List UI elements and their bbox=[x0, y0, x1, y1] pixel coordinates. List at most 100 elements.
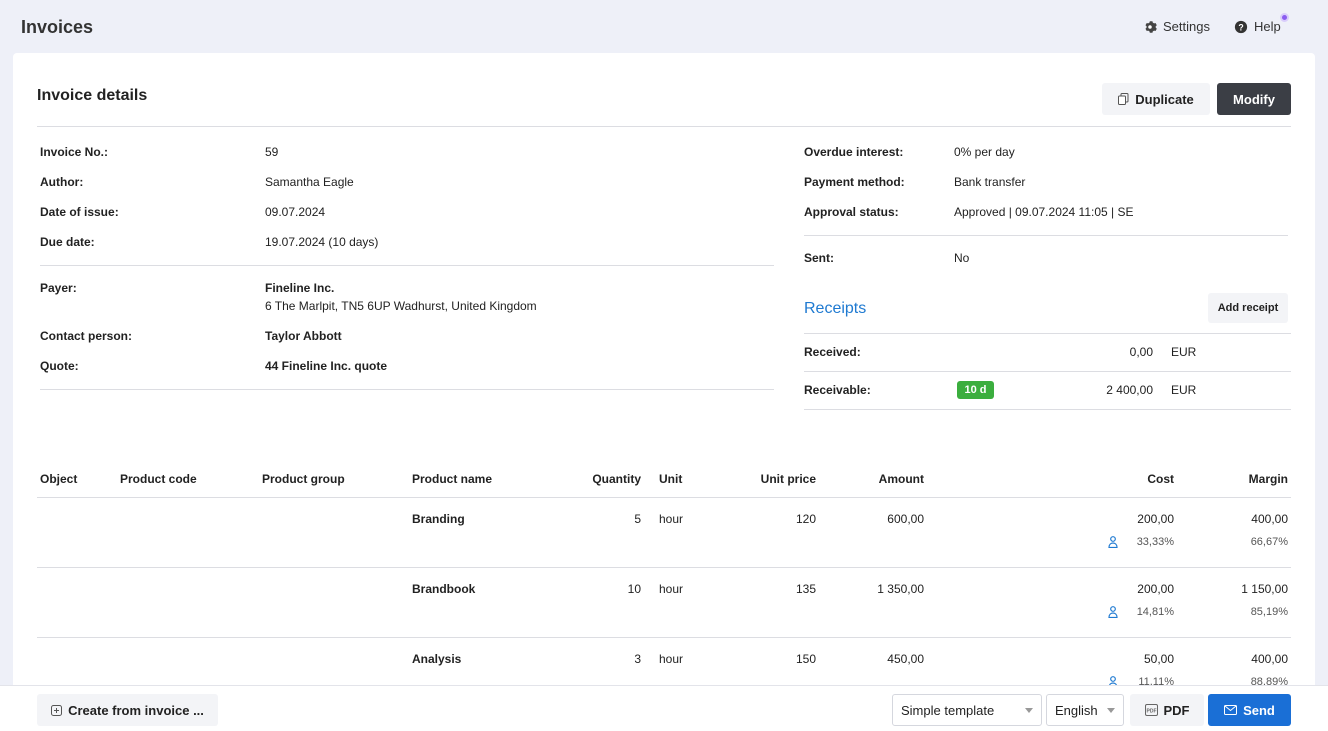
duplicate-label: Duplicate bbox=[1135, 91, 1194, 107]
divider bbox=[804, 235, 1288, 236]
contact-label: Contact person: bbox=[40, 329, 133, 343]
quantity: 5 bbox=[634, 512, 641, 526]
sent-value: No bbox=[954, 251, 970, 265]
invoice-no-value: 59 bbox=[265, 145, 279, 159]
modify-label: Modify bbox=[1233, 91, 1275, 107]
days-badge: 10 d bbox=[957, 381, 994, 399]
divider bbox=[37, 126, 1291, 127]
col-product-group[interactable]: Product group bbox=[262, 472, 345, 486]
receivable-amount: 2 400,00 bbox=[1106, 383, 1153, 397]
bottom-action-bar: Create from invoice ... Simple template … bbox=[0, 685, 1328, 731]
payment-label: Payment method: bbox=[804, 175, 905, 189]
settings-link[interactable]: Settings bbox=[1143, 19, 1210, 34]
approval-label: Approval status: bbox=[804, 205, 899, 219]
create-from-invoice-button[interactable]: Create from invoice ... bbox=[37, 694, 218, 726]
invoice-details-card: Invoice details Duplicate Modify Invoice… bbox=[13, 53, 1315, 693]
margin: 400,00 bbox=[1251, 652, 1288, 666]
quantity: 10 bbox=[627, 582, 641, 596]
add-receipt-button[interactable]: Add receipt bbox=[1208, 293, 1288, 323]
invoice-no-label: Invoice No.: bbox=[40, 145, 109, 159]
amount: 1 350,00 bbox=[877, 582, 924, 596]
template-select[interactable]: Simple template bbox=[892, 694, 1042, 726]
col-unit[interactable]: Unit bbox=[659, 472, 682, 486]
overdue-value: 0% per day bbox=[954, 145, 1015, 159]
payer-label: Payer: bbox=[40, 281, 77, 295]
gear-icon bbox=[1145, 20, 1157, 33]
copy-icon bbox=[1118, 93, 1129, 105]
quantity: 3 bbox=[634, 652, 641, 666]
divider bbox=[37, 567, 1291, 568]
received-currency: EUR bbox=[1171, 345, 1197, 359]
date-issue-value: 09.07.2024 bbox=[265, 205, 326, 219]
top-bar: Invoices Settings ? Help bbox=[0, 0, 1328, 53]
payer-address: 6 The Marlpit, TN5 6UP Wadhurst, United … bbox=[265, 299, 537, 313]
received-amount: 0,00 bbox=[1129, 345, 1153, 359]
approval-value: Approved | 09.07.2024 11:05 | SE bbox=[954, 205, 1134, 219]
page-title: Invoices bbox=[21, 17, 94, 37]
divider bbox=[804, 409, 1291, 410]
unit-price: 120 bbox=[795, 512, 816, 526]
svg-text:?: ? bbox=[1238, 22, 1243, 32]
author-value: Samantha Eagle bbox=[265, 175, 354, 189]
col-amount[interactable]: Amount bbox=[824, 472, 924, 486]
send-button[interactable]: Send bbox=[1208, 694, 1291, 726]
pdf-label: PDF bbox=[1163, 702, 1190, 718]
send-label: Send bbox=[1243, 702, 1275, 718]
svg-text:PDF: PDF bbox=[1146, 709, 1156, 715]
settings-label: Settings bbox=[1163, 19, 1210, 34]
card-title: Invoice details bbox=[37, 87, 148, 104]
product-name: Brandbook bbox=[412, 582, 476, 596]
date-issue-label: Date of issue: bbox=[40, 205, 119, 219]
amount: 600,00 bbox=[887, 512, 924, 526]
pdf-file-icon: PDF bbox=[1144, 704, 1158, 716]
receipts-title: Receipts bbox=[804, 300, 867, 317]
author-label: Author: bbox=[40, 175, 84, 189]
sent-label: Sent: bbox=[804, 251, 834, 265]
divider bbox=[37, 497, 1291, 498]
col-product-name[interactable]: Product name bbox=[412, 472, 492, 486]
margin: 400,00 bbox=[1251, 512, 1288, 526]
col-product-code[interactable]: Product code bbox=[120, 472, 197, 486]
payer-name: Fineline Inc. bbox=[265, 281, 335, 295]
language-select[interactable]: English bbox=[1046, 694, 1124, 726]
help-label: Help bbox=[1254, 19, 1281, 34]
quote-value[interactable]: 44 Fineline Inc. quote bbox=[265, 359, 387, 373]
mail-icon bbox=[1224, 705, 1238, 715]
due-date-label: Due date: bbox=[40, 235, 95, 249]
received-label: Received: bbox=[804, 345, 861, 359]
chevron-down-icon bbox=[1107, 708, 1115, 713]
receivable-currency: EUR bbox=[1171, 383, 1197, 397]
due-date-value: 19.07.2024 (10 days) bbox=[265, 235, 379, 249]
unit-price: 150 bbox=[795, 652, 816, 666]
pdf-button[interactable]: PDF PDF bbox=[1130, 694, 1204, 726]
col-object[interactable]: Object bbox=[40, 472, 77, 486]
unit-price: 135 bbox=[795, 582, 816, 596]
unit: hour bbox=[659, 582, 684, 596]
help-link[interactable]: ? Help bbox=[1234, 19, 1281, 34]
create-from-invoice-label: Create from invoice ... bbox=[68, 702, 204, 718]
divider bbox=[804, 371, 1291, 372]
payment-value: Bank transfer bbox=[954, 175, 1026, 189]
product-name: Analysis bbox=[412, 652, 462, 666]
divider bbox=[37, 637, 1291, 638]
product-name: Branding bbox=[412, 512, 465, 526]
contact-value[interactable]: Taylor Abbott bbox=[265, 329, 342, 343]
cost: 200,00 bbox=[1137, 582, 1174, 596]
margin: 1 150,00 bbox=[1241, 582, 1288, 596]
unit: hour bbox=[659, 652, 684, 666]
col-cost[interactable]: Cost bbox=[1074, 472, 1174, 486]
modify-button[interactable]: Modify bbox=[1217, 83, 1291, 115]
col-margin[interactable]: Margin bbox=[1188, 472, 1288, 486]
template-select-value: Simple template bbox=[901, 702, 995, 718]
col-unit-price[interactable]: Unit price bbox=[716, 472, 816, 486]
overdue-label: Overdue interest: bbox=[804, 145, 904, 159]
col-quantity[interactable]: Quantity bbox=[541, 472, 641, 486]
divider bbox=[40, 265, 774, 266]
duplicate-button[interactable]: Duplicate bbox=[1102, 83, 1210, 115]
margin-percent: 85,19% bbox=[1250, 606, 1288, 618]
unit: hour bbox=[659, 512, 684, 526]
language-select-value: English bbox=[1055, 702, 1098, 718]
chevron-down-icon bbox=[1025, 708, 1033, 713]
receivable-label: Receivable: bbox=[804, 383, 871, 397]
notification-dot bbox=[1280, 13, 1289, 22]
